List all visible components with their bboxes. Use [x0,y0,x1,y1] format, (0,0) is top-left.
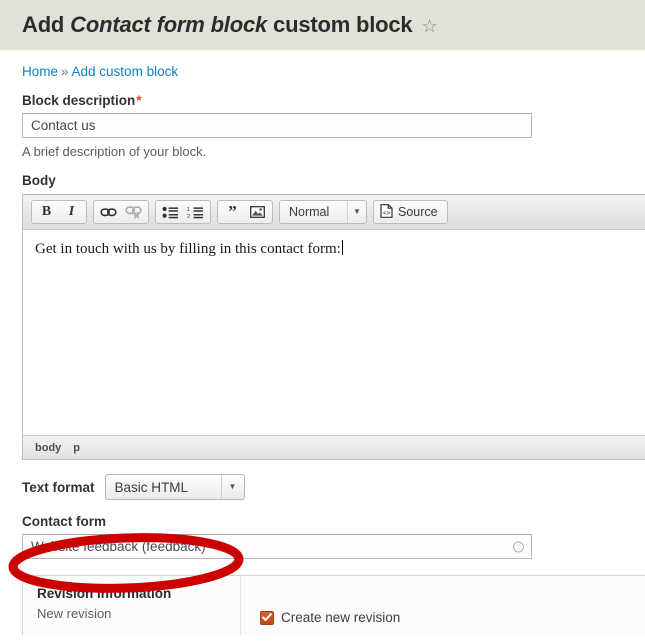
page-title: Add Contact form block custom block ☆ [22,12,438,38]
chevron-down-icon: ▼ [220,475,244,499]
field-block-description: Block description* A brief description o… [22,93,645,159]
numbered-list-icon[interactable]: 1 2 [183,202,208,223]
field-contact-form: Contact form [22,514,645,559]
contact-form-autocomplete [22,534,532,559]
source-document-icon: <> [380,203,393,221]
block-description-input[interactable] [22,113,532,138]
svg-text:2: 2 [187,214,190,219]
revision-information-panel: Revision information New revision Create… [22,575,645,635]
contact-form-label: Contact form [22,514,106,529]
revision-summary[interactable]: Revision information New revision [23,576,241,635]
revision-information-subtitle: New revision [37,606,112,621]
paragraph-format-value: Normal [289,205,330,219]
elements-path-p[interactable]: p [73,442,80,454]
bulleted-list-icon[interactable] [158,202,183,223]
bold-icon[interactable]: B [34,202,59,223]
editor-content-area[interactable]: Get in touch with us by filling in this … [23,230,645,435]
unlink-icon[interactable] [121,202,146,223]
block-form: Block description* A brief description o… [0,93,645,559]
toolbar-group-blocks: ” [217,200,273,224]
field-text-format: Text format Basic HTML ▼ [22,474,645,500]
page-header: Add Contact form block custom block ☆ [0,0,645,50]
star-icon[interactable]: ☆ [421,17,437,35]
paragraph-format-dropdown[interactable]: Normal ▼ [279,200,367,224]
block-description-help: A brief description of your block. [22,144,207,159]
page-title-emphasis: Contact form block [70,12,268,37]
revision-information-title: Revision information [37,586,172,601]
block-description-label-text: Block description [22,93,136,108]
svg-text:<>: <> [383,210,391,217]
create-new-revision-label: Create new revision [281,610,401,625]
breadcrumb-separator: » [61,64,69,79]
source-button-label: Source [398,205,438,219]
editor-paragraph: Get in touch with us by filling in this … [35,241,341,257]
editor-toolbar: B I 1 2 ” Normal ▼ <> Source [23,195,645,230]
toolbar-group-lists: 1 2 [155,200,211,224]
page-title-suffix: custom block [273,12,413,37]
editor-elements-path: body p [23,435,645,459]
text-format-value: Basic HTML [114,479,189,495]
image-icon[interactable] [245,202,270,223]
elements-path-body[interactable]: body [35,442,61,454]
throbber-icon [513,541,524,552]
source-button[interactable]: <> Source [373,200,448,224]
text-format-select[interactable]: Basic HTML ▼ [104,474,245,500]
breadcrumb-link-home[interactable]: Home [22,64,58,79]
link-icon[interactable] [96,202,121,223]
blockquote-icon[interactable]: ” [220,202,245,223]
toolbar-group-basic-styles: B I [31,200,87,224]
toolbar-group-links [93,200,149,224]
breadcrumb-link-add-custom-block[interactable]: Add custom block [72,64,179,79]
svg-text:1: 1 [187,207,190,213]
text-format-label: Text format [22,479,95,495]
italic-icon[interactable]: I [59,202,84,223]
rich-text-editor: B I 1 2 ” Normal ▼ <> Source Get in touc… [22,194,645,460]
required-marker: * [136,93,142,108]
field-body: Body B I 1 2 ” Normal ▼ <> Source Get in… [22,173,645,460]
revision-content: Create new revision [241,576,400,635]
contact-form-input[interactable] [22,534,532,559]
text-caret [341,240,343,255]
chevron-down-icon: ▼ [347,201,366,223]
breadcrumb: Home» Add custom block [0,50,645,79]
body-label: Body [22,173,56,188]
create-new-revision-checkbox[interactable] [260,610,274,625]
block-description-label: Block description* [22,93,645,108]
page-title-prefix: Add [22,12,65,37]
